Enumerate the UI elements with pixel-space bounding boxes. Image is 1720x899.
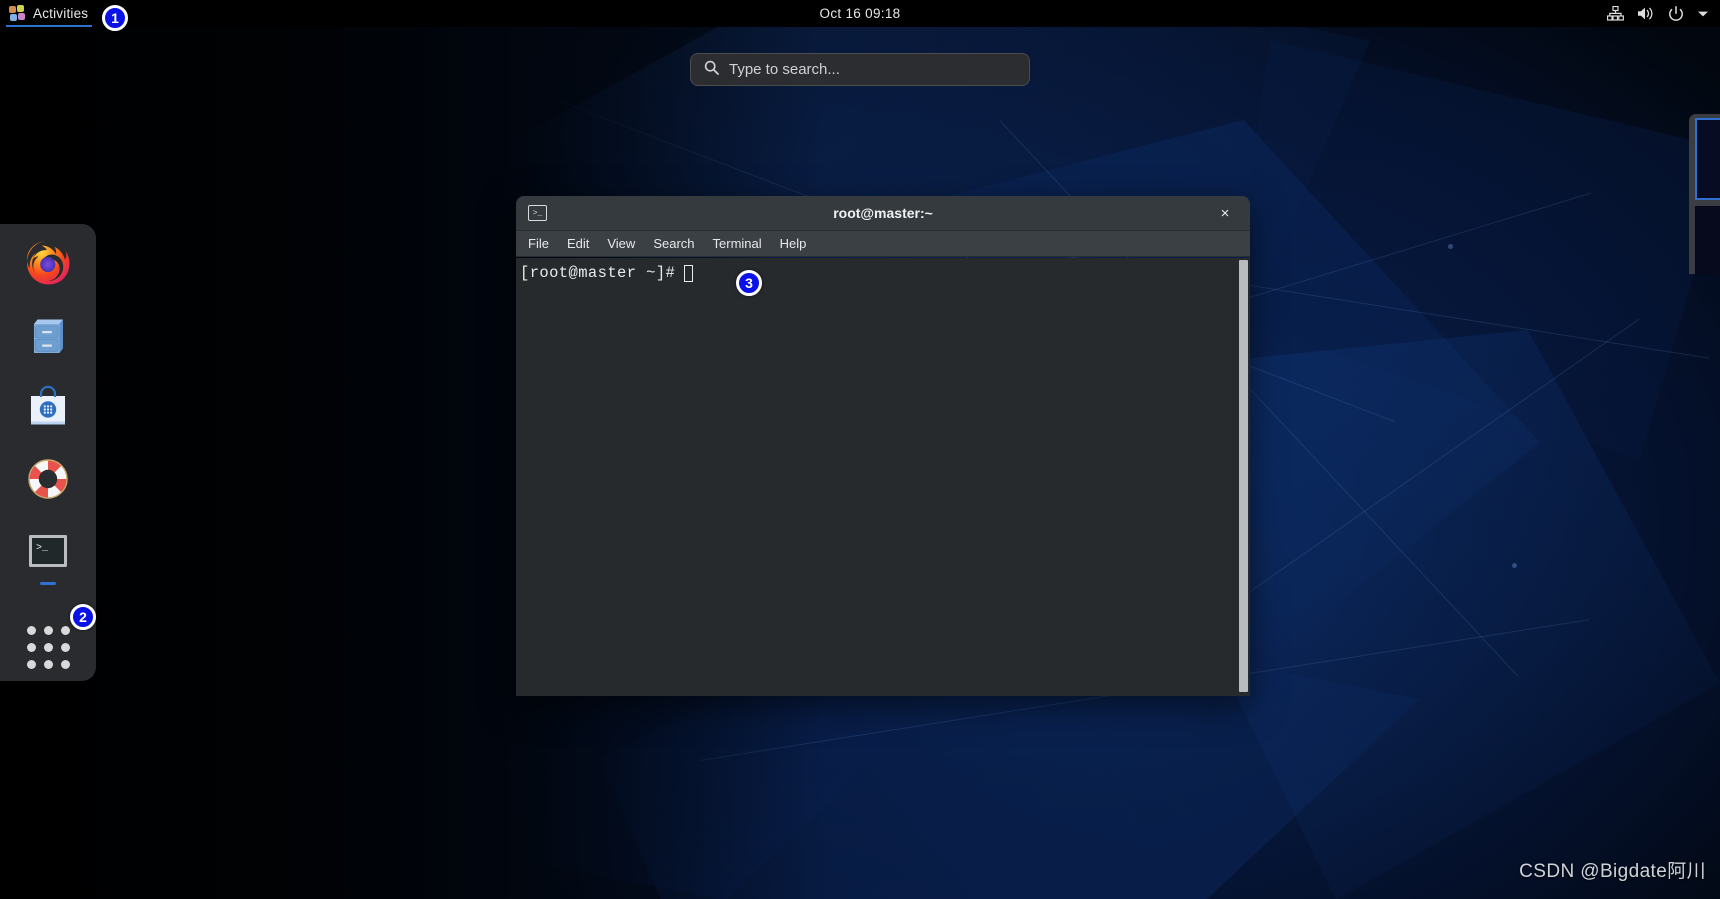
top-bar: Activities Oct 16 09:18	[0, 0, 1720, 27]
watermark: CSDN @Bigdate阿川	[1519, 861, 1706, 882]
terminal-menu-bar: File Edit View Search Terminal Help	[516, 231, 1250, 257]
activities-label: Activities	[33, 6, 89, 21]
dock-item-help[interactable]	[23, 454, 73, 504]
svg-text:>_: >_	[36, 543, 49, 554]
terminal-window-title: root@master:~	[833, 205, 933, 221]
step-badge-1: 1	[102, 5, 128, 31]
terminal-scrollbar-thumb[interactable]	[1239, 260, 1248, 692]
clock: Oct 16 09:18	[0, 6, 1720, 21]
network-icon[interactable]	[1607, 6, 1624, 21]
terminal-scrollbar[interactable]	[1239, 260, 1248, 692]
gnome-logo-icon	[9, 5, 26, 22]
power-icon[interactable]	[1668, 5, 1684, 22]
activities-button[interactable]: Activities	[0, 0, 98, 27]
search-input[interactable]: Type to search...	[690, 53, 1030, 86]
dock-item-terminal[interactable]: >_	[23, 526, 73, 585]
volume-icon[interactable]	[1637, 6, 1655, 21]
step-badge-3: 3	[736, 270, 762, 296]
desktop[interactable]: Activities Oct 16 09:18 Type to search..…	[0, 0, 1720, 899]
dock-item-files[interactable]	[23, 310, 73, 360]
search-placeholder: Type to search...	[729, 61, 840, 78]
firefox-icon	[27, 241, 70, 285]
background-window-body	[1695, 206, 1720, 274]
menu-item-search[interactable]: Search	[645, 233, 702, 254]
running-indicator	[40, 582, 56, 585]
dock-item-firefox[interactable]	[23, 238, 73, 288]
terminal-title-bar[interactable]: >_ root@master:~ ×	[516, 196, 1250, 231]
background-window-selection	[1695, 118, 1720, 200]
files-cabinet-icon	[34, 319, 63, 353]
terminal-body[interactable]: [root@master ~]#	[516, 258, 1250, 696]
status-area	[1607, 5, 1720, 22]
menu-item-file[interactable]: File	[520, 233, 557, 254]
terminal-icon: >_	[29, 535, 67, 567]
show-applications-button[interactable]	[26, 626, 70, 669]
help-lifebuoy-icon	[28, 459, 68, 499]
terminal-window[interactable]: >_ root@master:~ × File Edit View Search…	[516, 196, 1250, 696]
background-window-edge[interactable]	[1689, 114, 1720, 274]
terminal-window-icon: >_	[528, 205, 547, 221]
menu-item-help[interactable]: Help	[772, 233, 815, 254]
terminal-prompt-line: [root@master ~]#	[520, 264, 1250, 282]
search-icon	[704, 60, 719, 80]
menu-item-terminal[interactable]: Terminal	[705, 233, 770, 254]
step-badge-2: 2	[70, 604, 96, 630]
menu-item-view[interactable]: View	[599, 233, 643, 254]
clock-label[interactable]: Oct 16 09:18	[820, 6, 901, 21]
terminal-prompt: [root@master ~]#	[520, 264, 676, 282]
chevron-down-icon[interactable]	[1697, 10, 1709, 18]
software-bag-icon	[31, 385, 65, 425]
terminal-cursor	[684, 264, 694, 282]
menu-item-edit[interactable]: Edit	[559, 233, 597, 254]
dock-item-software[interactable]	[23, 382, 73, 432]
close-icon[interactable]: ×	[1214, 202, 1236, 224]
